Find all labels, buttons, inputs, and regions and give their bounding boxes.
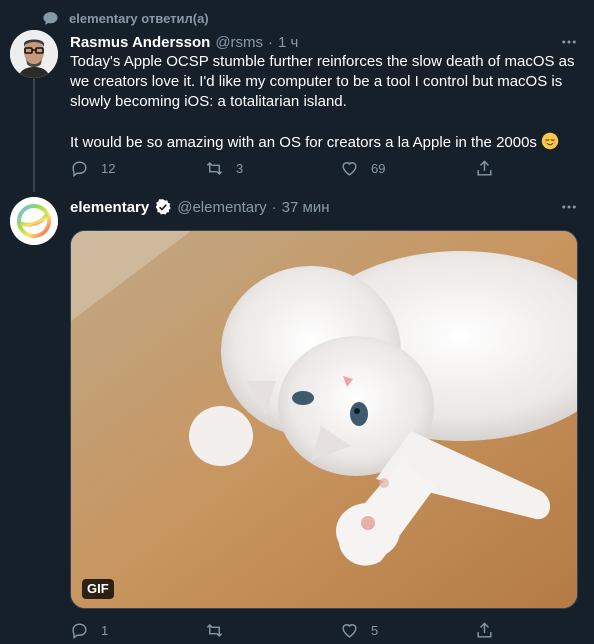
tweet-text: Today's Apple OCSP stumble further reinf…: [70, 52, 580, 153]
tweet-paragraph: Today's Apple OCSP stumble further reinf…: [70, 53, 575, 110]
heart-icon: [342, 623, 357, 638]
avatar[interactable]: [10, 197, 58, 245]
tweet-header: elementary @elementary · 37 мин: [70, 197, 329, 217]
separator: ·: [268, 33, 274, 51]
more-icon[interactable]: [560, 198, 578, 216]
retweet-icon: [206, 623, 223, 637]
cat-gif-image: [71, 231, 577, 608]
reply-context: elementary ответил(а): [42, 8, 209, 28]
like-button[interactable]: 5: [340, 621, 475, 640]
chat-bubble-icon: [43, 11, 58, 25]
tweet-paragraph: It would be so amazing with an OS for cr…: [70, 132, 580, 153]
thread-line: [33, 78, 35, 192]
reply-button[interactable]: 12: [70, 159, 205, 178]
display-name[interactable]: elementary: [70, 199, 149, 216]
reply-count: 12: [101, 160, 116, 176]
reply-icon: [72, 160, 87, 177]
tweet-header: Rasmus Andersson @rsms · 1 ч: [70, 32, 298, 52]
share-icon: [477, 621, 492, 638]
reply-context-text: elementary ответил(а): [69, 10, 209, 26]
relieved-face-emoji-icon: [541, 132, 559, 150]
handle[interactable]: @rsms: [215, 34, 263, 51]
like-count: 69: [371, 160, 386, 176]
reply-count: 1: [101, 622, 109, 638]
like-button[interactable]: 69: [340, 159, 475, 178]
more-icon[interactable]: [560, 33, 578, 51]
retweet-count: 3: [236, 160, 244, 176]
tweet-paragraph-text: It would be so amazing with an OS for cr…: [70, 134, 537, 151]
elementary-logo-icon: [10, 197, 58, 245]
tweet-actions: 1 5: [70, 620, 500, 640]
retweet-icon: [206, 161, 223, 175]
verified-badge-icon: [155, 199, 171, 215]
avatar[interactable]: [10, 30, 58, 78]
like-count: 5: [371, 622, 379, 638]
heart-icon: [342, 161, 357, 176]
gif-badge: GIF: [82, 579, 114, 599]
display-name[interactable]: Rasmus Andersson: [70, 34, 210, 51]
handle[interactable]: @elementary: [177, 199, 266, 216]
share-icon: [477, 159, 492, 176]
reply-button[interactable]: 1: [70, 621, 205, 640]
share-button[interactable]: [475, 621, 494, 640]
share-button[interactable]: [475, 159, 494, 178]
gif-media[interactable]: GIF: [70, 230, 578, 609]
tweet-actions: 12 3 69: [70, 158, 500, 178]
timestamp[interactable]: 37 мин: [282, 199, 330, 216]
reply-icon: [72, 622, 87, 639]
avatar-photo: [10, 30, 58, 78]
retweet-button[interactable]: [205, 621, 340, 640]
retweet-button[interactable]: 3: [205, 159, 340, 178]
timestamp[interactable]: 1 ч: [278, 34, 298, 51]
separator: ·: [271, 198, 277, 216]
